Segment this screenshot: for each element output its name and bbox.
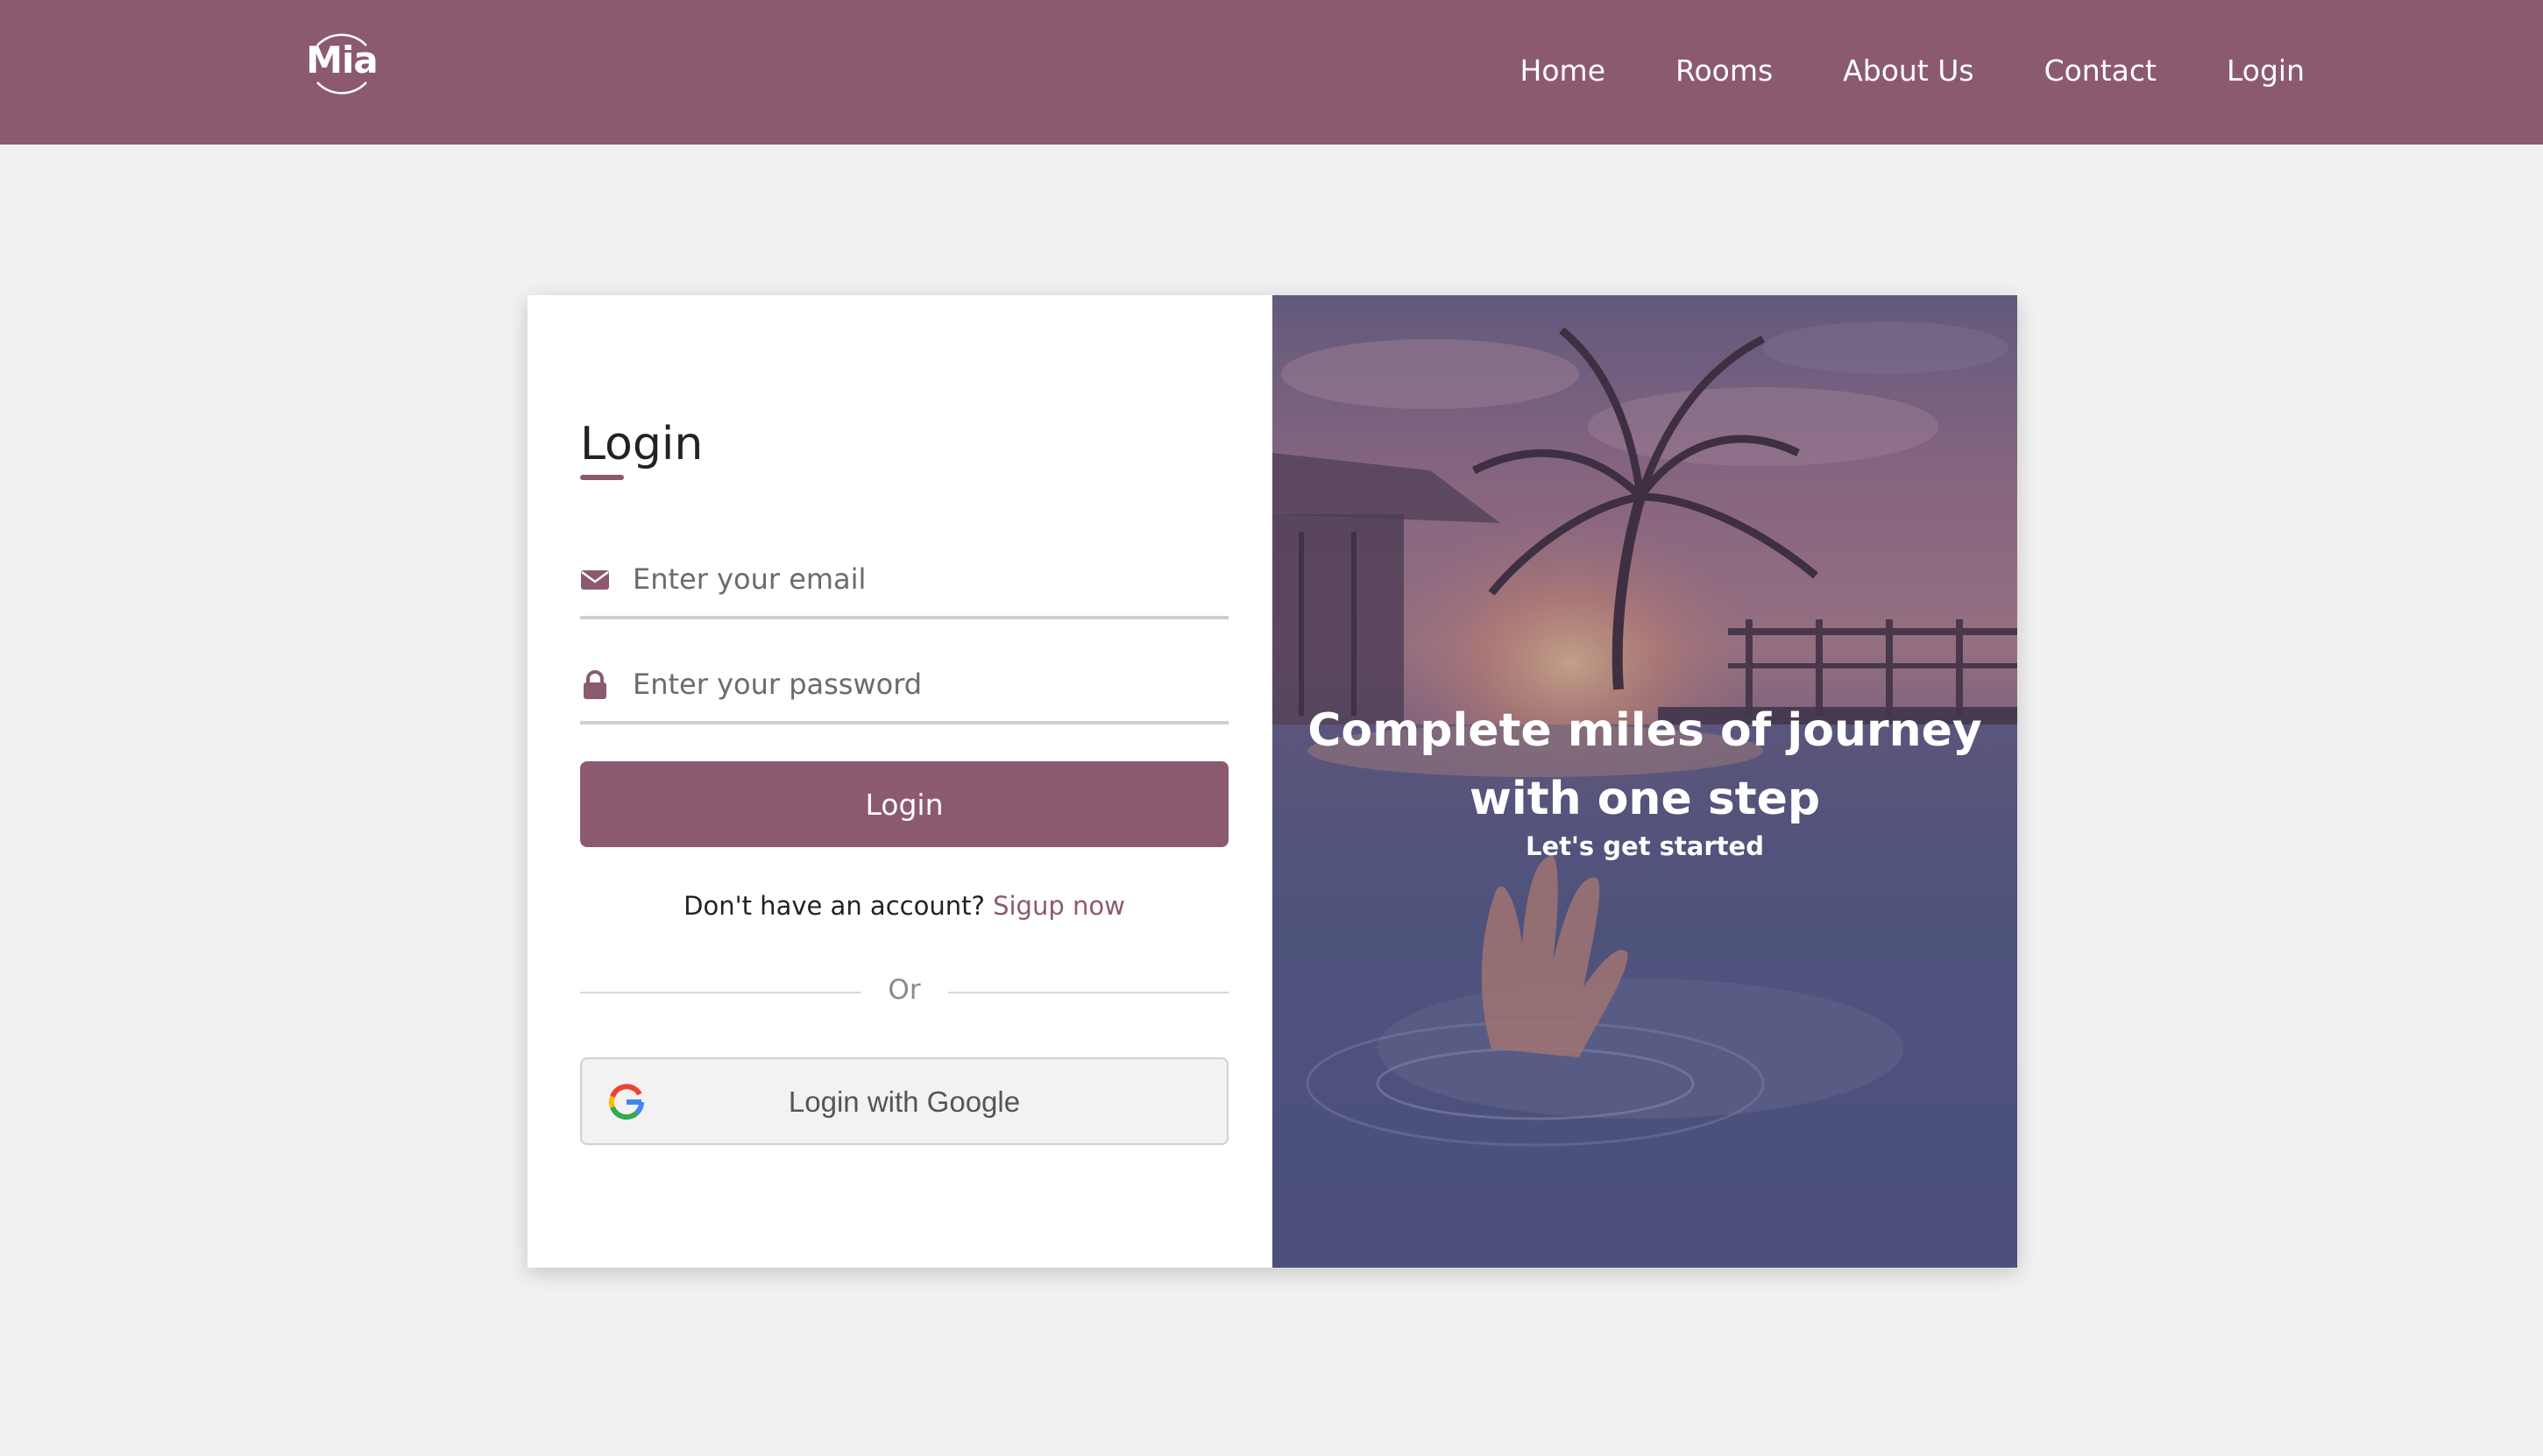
- divider-line-right: [948, 992, 1229, 993]
- google-login-label: Login with Google: [788, 1085, 1021, 1118]
- logo-text: Mia: [306, 39, 379, 81]
- lock-icon: [584, 670, 606, 699]
- email-field: [580, 539, 1229, 619]
- nav-about-us[interactable]: About Us: [1843, 53, 1973, 88]
- email-input[interactable]: [633, 549, 1229, 609]
- nav-contact[interactable]: Contact: [2044, 53, 2157, 88]
- nav-rooms[interactable]: Rooms: [1675, 53, 1773, 88]
- login-title: Login: [580, 418, 704, 470]
- login-form-panel: Login Login Don't have an account? Sigup…: [528, 295, 1272, 1268]
- signup-prompt-text: Don't have an account?: [684, 891, 985, 921]
- login-card: Login Login Don't have an account? Sigup…: [528, 295, 2017, 1268]
- google-login-button[interactable]: Login with Google: [580, 1057, 1229, 1145]
- main-nav: Home Rooms About Us Contact Login: [1520, 46, 2305, 95]
- divider-text: Or: [888, 974, 921, 1006]
- envelope-icon: [581, 570, 609, 590]
- password-input[interactable]: [633, 654, 1229, 714]
- title-underline: [580, 475, 624, 480]
- nav-home[interactable]: Home: [1520, 53, 1605, 88]
- or-divider: Or: [580, 974, 1229, 1009]
- signup-prompt-line: Don't have an account? Sigup now: [580, 891, 1229, 921]
- password-field: [580, 644, 1229, 724]
- hero-heading: Complete miles of journey with one step: [1307, 704, 1982, 825]
- login-button[interactable]: Login: [580, 761, 1229, 847]
- hero-subheading: Let's get started: [1526, 831, 1764, 861]
- signup-link[interactable]: Sigup now: [993, 891, 1125, 921]
- logo[interactable]: Mia: [298, 26, 386, 102]
- nav-login[interactable]: Login: [2227, 53, 2305, 88]
- site-header: Mia Home Rooms About Us Contact Login: [0, 0, 2543, 145]
- divider-line-left: [580, 992, 861, 993]
- hero-image-panel: Complete miles of journey with one step …: [1272, 295, 2017, 1268]
